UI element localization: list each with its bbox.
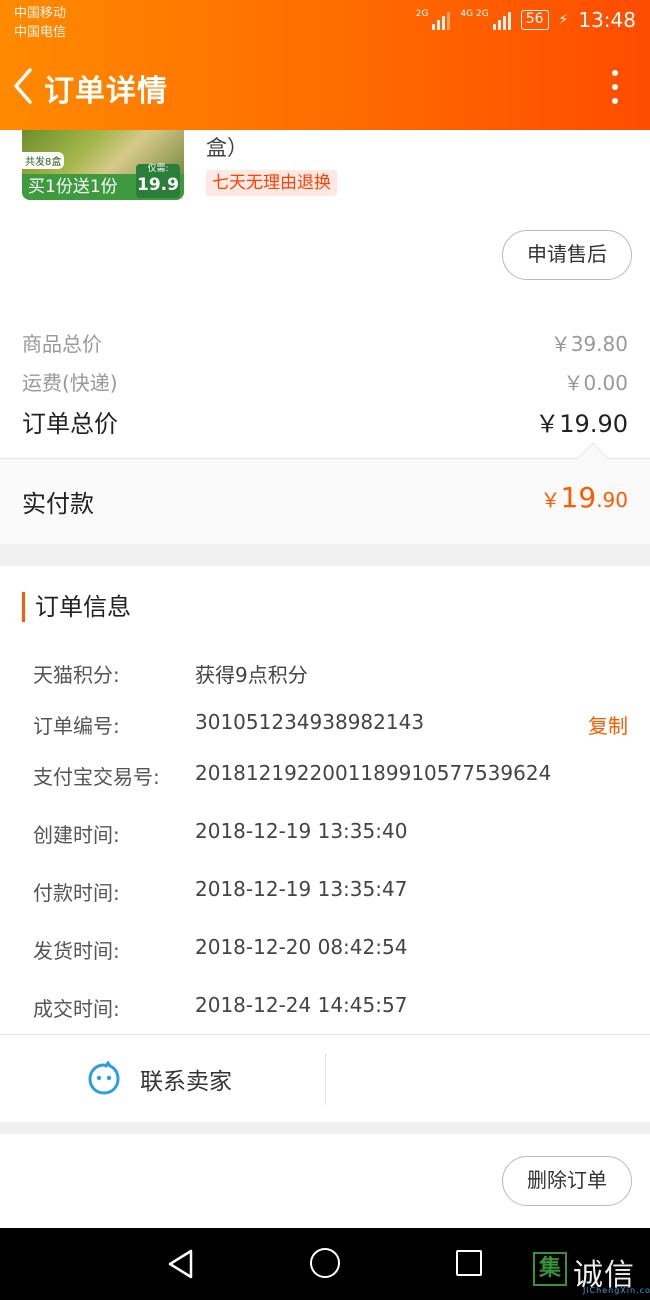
thumb-price: 19.9 — [137, 175, 179, 195]
carrier-2: 中国电信 — [14, 25, 67, 40]
actual-paid-row: 实付款 ￥19.90 — [0, 442, 650, 544]
closed-time-row: 成交时间: 2018-12-24 14:45:57 — [33, 993, 628, 1022]
shipped-time-label: 发货时间: — [33, 939, 120, 963]
product-card: 共发8盒 买1份送1份 仅需: 19.9 盒） 七天无理由退换 申请售后 — [0, 130, 650, 302]
paid-time-label: 付款时间: — [33, 881, 120, 905]
carrier-info: 中国移动 中国电信 — [14, 4, 66, 42]
divider — [325, 1053, 326, 1105]
order-total-label: 订单总价 — [22, 410, 118, 438]
order-total-row: 订单总价 ￥19.90 — [22, 404, 628, 439]
thumb-price-tag: 仅需: 19.9 — [136, 164, 180, 198]
shipping-value: ￥0.00 — [563, 371, 628, 395]
contact-seller-label: 联系卖家 — [140, 1069, 232, 1095]
back-arrow-icon[interactable] — [10, 66, 40, 106]
bottom-actions: 删除订单 — [0, 1134, 650, 1228]
paid-integer: 19 — [560, 481, 597, 514]
contact-bar: 联系卖家 — [0, 1034, 650, 1122]
paid-time-row: 付款时间: 2018-12-19 13:35:47 — [33, 877, 628, 906]
page-title: 订单详情 — [44, 74, 168, 109]
alipay-row: 支付宝交易号: 2018121922001189910577539624 — [33, 761, 628, 790]
section-title: 订单信息 — [22, 592, 131, 622]
price-summary: 商品总价 ￥39.80 运费(快递) ￥0.00 订单总价 ￥19.90 — [0, 302, 650, 458]
points-row: 天猫积分: 获得9点积分 — [33, 659, 628, 688]
order-number-label: 订单编号: — [33, 714, 120, 738]
goods-total-row: 商品总价 ￥39.80 — [22, 328, 628, 357]
paid-label: 实付款 — [22, 490, 94, 518]
closed-time-label: 成交时间: — [33, 997, 120, 1021]
order-info-card: 订单信息 天猫积分: 获得9点积分 订单编号: 3010512349389821… — [0, 566, 650, 1034]
nav-back-icon[interactable] — [166, 1248, 196, 1280]
more-menu-icon[interactable] — [610, 70, 620, 104]
shipping-label: 运费(快递) — [22, 371, 118, 395]
thumb-price-label: 仅需: — [147, 164, 169, 174]
chat-face-icon — [88, 1061, 120, 1095]
signal-icon: 2G — [416, 10, 451, 30]
product-name[interactable]: 盒） — [206, 132, 248, 162]
charging-icon: ⚡ — [558, 12, 569, 28]
clock: 13:48 — [578, 8, 636, 32]
points-value: 获得9点积分 — [195, 663, 308, 687]
created-time-row: 创建时间: 2018-12-19 13:35:40 — [33, 819, 628, 848]
watermark-sub: JiChengXin.com — [583, 1286, 650, 1295]
battery-icon: 56 — [520, 10, 549, 30]
header-bar: 中国移动 中国电信 2G 4G 2G 56 ⚡ 13:48 订单详情 — [0, 0, 650, 130]
goods-total-value: ￥39.80 — [550, 332, 628, 356]
order-total-value: ￥19.90 — [535, 410, 628, 438]
paid-amount: ￥19.90 — [541, 481, 628, 514]
points-label: 天猫积分: — [33, 663, 120, 687]
order-number-row: 订单编号: 301051234938982143 复制 — [33, 710, 628, 739]
shipped-time-row: 发货时间: 2018-12-20 08:42:54 — [33, 935, 628, 964]
paid-time-value: 2018-12-19 13:35:47 — [195, 877, 408, 901]
watermark-logo: 集 诚信 JiChengXin.com — [533, 1248, 650, 1300]
carrier-1: 中国移动 — [14, 6, 67, 21]
order-number-value: 301051234938982143 — [195, 710, 425, 734]
delete-order-button[interactable]: 删除订单 — [502, 1156, 632, 1206]
product-thumbnail[interactable]: 共发8盒 买1份送1份 仅需: 19.9 — [22, 130, 184, 200]
paid-currency: ￥ — [540, 488, 561, 512]
signal-1-tag: 2G — [415, 9, 429, 19]
closed-time-value: 2018-12-24 14:45:57 — [195, 993, 408, 1017]
shipping-row: 运费(快递) ￥0.00 — [22, 367, 628, 396]
nav-home-icon[interactable] — [310, 1248, 340, 1278]
return-policy-badge: 七天无理由退换 — [206, 170, 337, 196]
watermark-box: 集 — [533, 1252, 567, 1286]
status-indicators: 2G 4G 2G 56 ⚡ 13:48 — [416, 8, 636, 32]
thumb-count-tag: 共发8盒 — [22, 152, 65, 169]
paid-decimal: .90 — [596, 488, 628, 512]
shipped-time-value: 2018-12-20 08:42:54 — [195, 935, 408, 959]
signal-2-tag: 4G 2G — [460, 9, 489, 19]
created-time-label: 创建时间: — [33, 823, 120, 847]
contact-seller-button[interactable]: 联系卖家 — [86, 1055, 232, 1103]
alipay-value: 2018121922001189910577539624 — [195, 761, 552, 785]
signal-icon: 4G 2G — [460, 9, 511, 30]
copy-order-number-button[interactable]: 复制 — [588, 710, 628, 739]
apply-after-sale-button[interactable]: 申请售后 — [502, 230, 632, 280]
created-time-value: 2018-12-19 13:35:40 — [195, 819, 408, 843]
alipay-label: 支付宝交易号: — [33, 765, 160, 789]
goods-total-label: 商品总价 — [22, 332, 102, 356]
nav-recent-apps-icon[interactable] — [456, 1250, 482, 1276]
